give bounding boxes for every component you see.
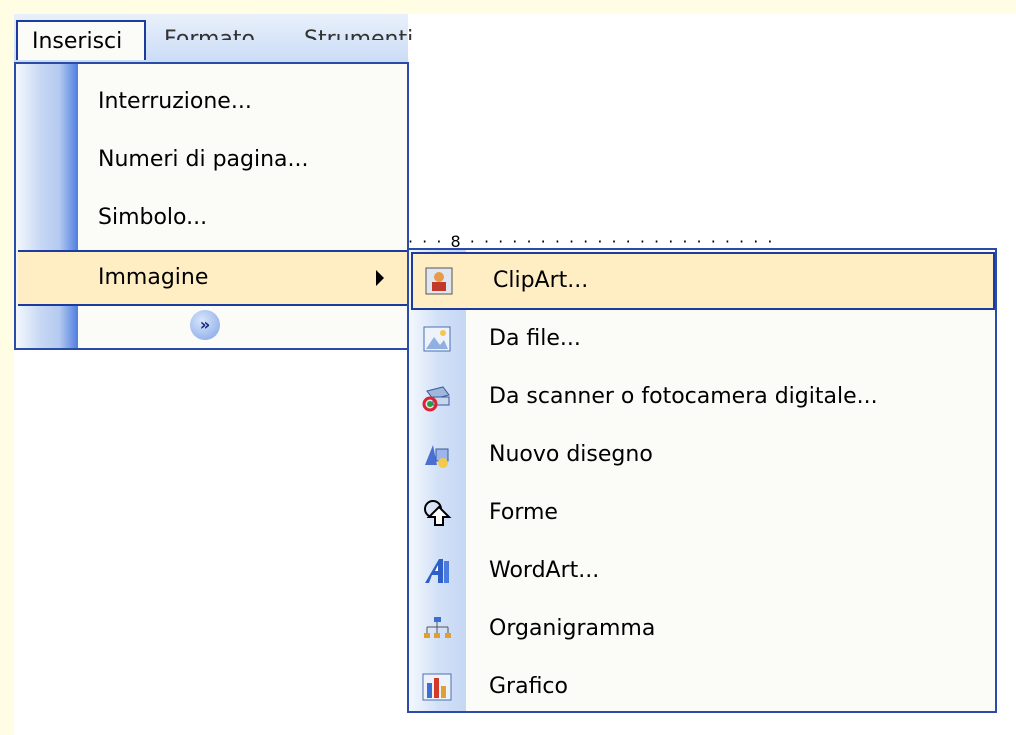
menu-item-numeri-pagina[interactable]: Numeri di pagina... — [18, 132, 407, 188]
submenu-item-label: Grafico — [489, 674, 568, 699]
submenu-item-label: WordArt... — [489, 558, 600, 583]
submenu-item-label: Da file... — [489, 326, 581, 351]
menu-item-simbolo[interactable]: Simbolo... — [18, 190, 407, 246]
menu-item-interruzione[interactable]: Interruzione... — [18, 74, 407, 130]
scanner-icon — [421, 381, 453, 413]
insert-menu: Interruzione... Numeri di pagina... Simb… — [14, 62, 409, 350]
ruler: · · · 8 · · · · · · · · · · · · · · · · … — [408, 232, 775, 248]
chart-icon — [421, 671, 453, 703]
submenu-item-grafico[interactable]: Grafico — [409, 658, 995, 716]
menu-inserisci[interactable]: Inserisci — [16, 20, 146, 60]
submenu-item-label: ClipArt... — [493, 268, 589, 293]
menu-strumenti[interactable]: Strumenti — [304, 20, 414, 52]
submenu-item-forme[interactable]: Forme — [409, 484, 995, 542]
menu-bar: Inserisci Formato Strumenti — [14, 14, 413, 64]
submenu-item-da-file[interactable]: Da file... — [409, 310, 995, 368]
background-top — [0, 0, 1016, 14]
picture-file-icon — [421, 323, 453, 355]
autoshapes-icon — [421, 497, 453, 529]
submenu-item-wordart[interactable]: WordArt... — [409, 542, 995, 600]
background-left — [0, 0, 14, 735]
wordart-icon — [421, 555, 453, 587]
submenu-item-clipart[interactable]: ClipArt... — [411, 252, 995, 310]
menu-item-label: Simbolo... — [98, 205, 208, 230]
expand-menu-icon[interactable]: » — [190, 310, 220, 340]
submenu-arrow-icon — [376, 270, 384, 286]
submenu-item-label: Nuovo disegno — [489, 442, 653, 467]
picture-submenu: ClipArt... Da file... Da scanner o fotoc… — [407, 248, 997, 713]
menu-item-label: Numeri di pagina... — [98, 147, 309, 172]
menu-strumenti-label: Strumenti — [304, 27, 414, 52]
menu-formato-label: Formato — [164, 27, 255, 52]
submenu-item-organigramma[interactable]: Organigramma — [409, 600, 995, 658]
submenu-item-label: Organigramma — [489, 616, 656, 641]
submenu-item-label: Da scanner o fotocamera digitale... — [489, 384, 878, 409]
submenu-item-scanner[interactable]: Da scanner o fotocamera digitale... — [409, 368, 995, 426]
submenu-item-nuovo-disegno[interactable]: Nuovo disegno — [409, 426, 995, 484]
org-chart-icon — [421, 613, 453, 645]
menu-item-label: Interruzione... — [98, 89, 252, 114]
submenu-item-label: Forme — [489, 500, 558, 525]
clipart-icon — [423, 265, 455, 297]
menu-item-immagine[interactable]: Immagine — [18, 250, 407, 306]
menu-formato[interactable]: Formato — [164, 20, 255, 52]
menu-inserisci-label: Inserisci — [32, 29, 123, 54]
menu-item-label: Immagine — [98, 265, 209, 290]
drawing-icon — [421, 439, 453, 471]
